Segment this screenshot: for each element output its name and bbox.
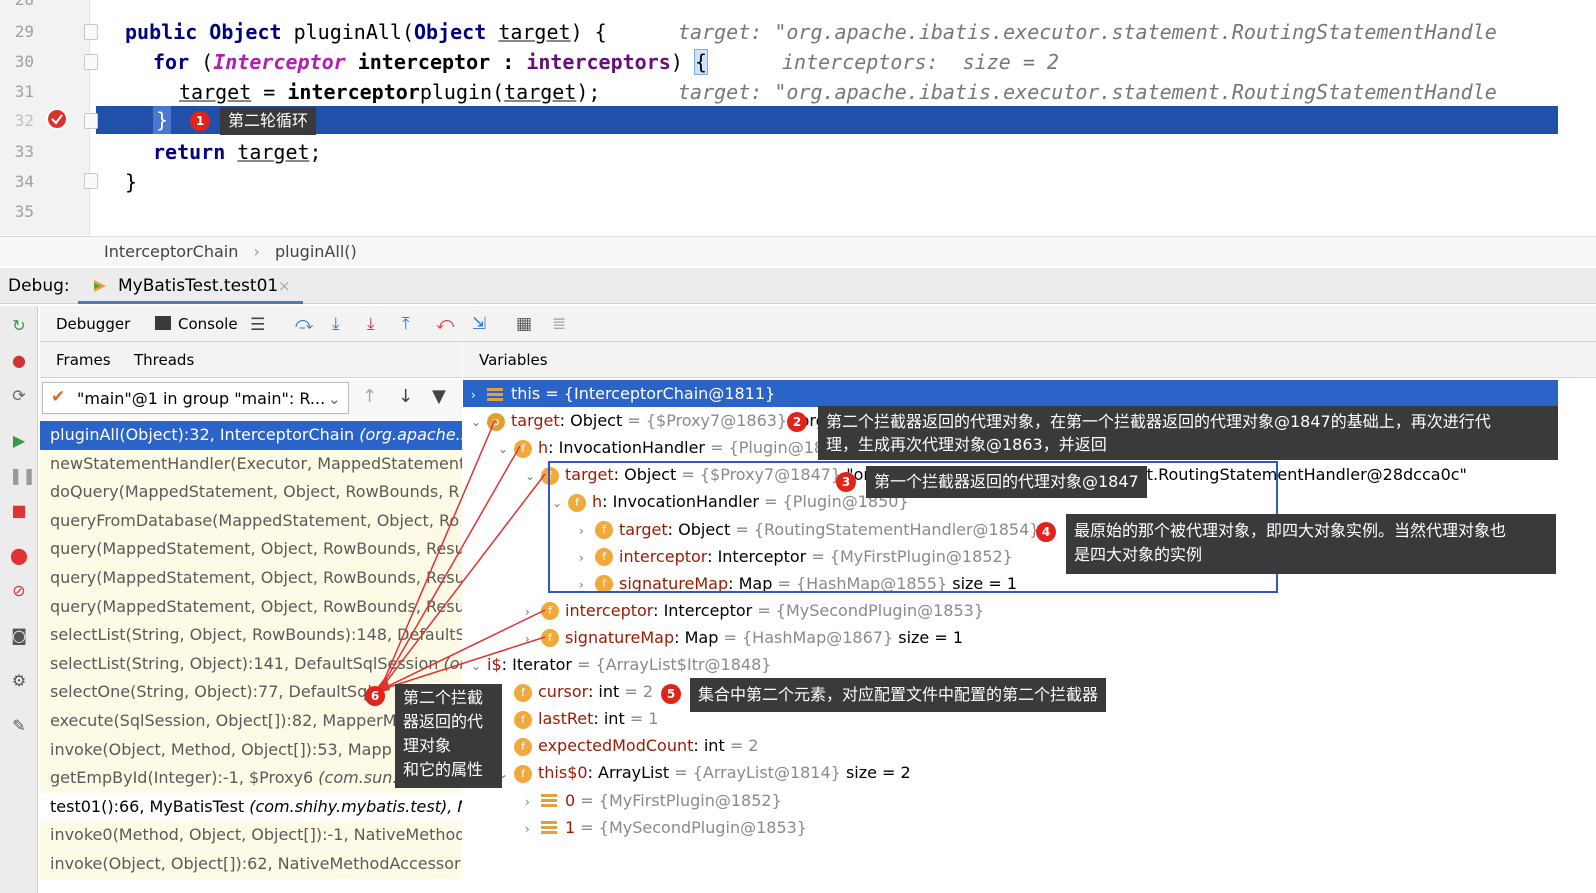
note-line: 和它的属性 bbox=[403, 760, 484, 779]
note-line: 器返回的代 bbox=[403, 712, 484, 731]
arrow-line bbox=[379, 609, 546, 691]
annotation-arrows bbox=[372, 419, 546, 694]
arrow-line bbox=[379, 473, 546, 691]
annotation-badge-6: 6 bbox=[365, 686, 385, 706]
note-line: 第二个拦截 bbox=[403, 688, 484, 707]
note-line: 理对象 bbox=[403, 736, 452, 755]
annotation-note-6: 第二个拦截 器返回的代 理对象 和它的属性 bbox=[395, 684, 502, 788]
arrow-line bbox=[379, 636, 546, 691]
arrow-line bbox=[379, 445, 521, 691]
arrow-line bbox=[379, 419, 496, 691]
